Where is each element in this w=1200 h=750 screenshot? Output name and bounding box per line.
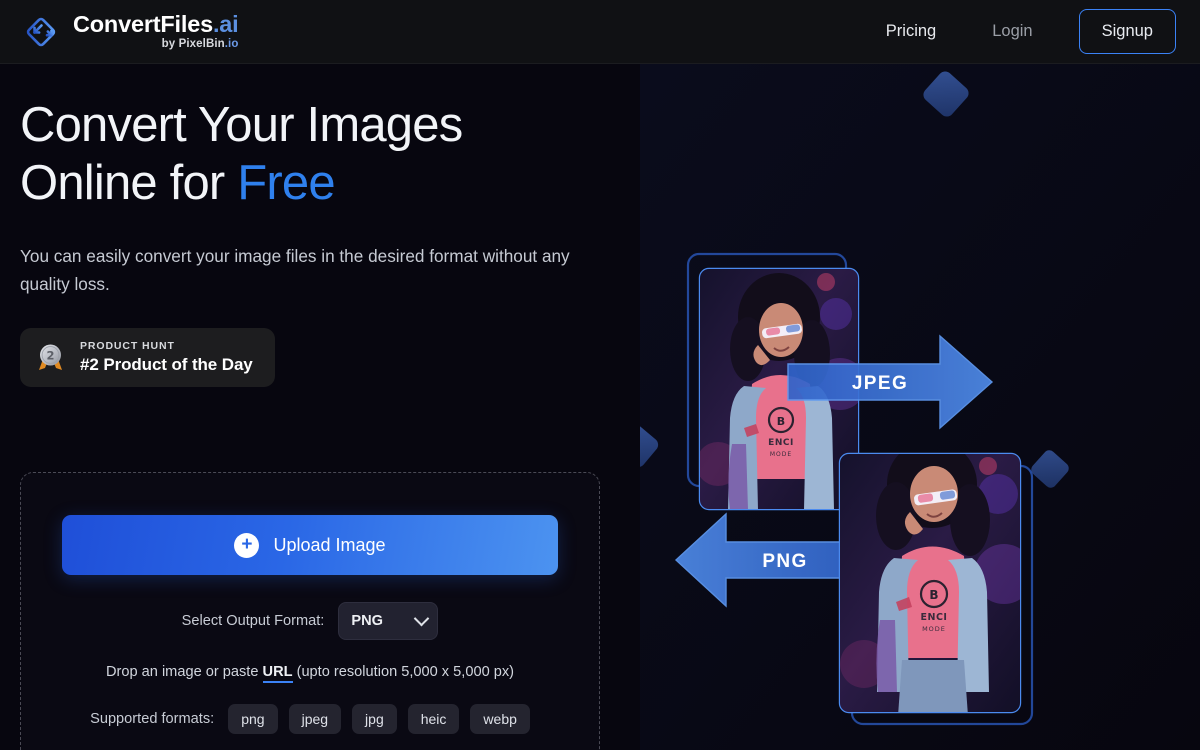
plus-icon: + [234,532,260,558]
brand-name-suffix: .ai [212,10,239,37]
signup-button[interactable]: Signup [1078,9,1176,54]
svg-text:B: B [777,415,785,428]
hero-title-line2-prefix: Online for [20,156,238,210]
product-hunt-badge[interactable]: 2 PRODUCT HUNT #2 Product of the Day [20,328,275,387]
svg-text:ENCI: ENCI [921,612,948,623]
paste-url-link[interactable]: URL [262,664,293,683]
main-nav: Pricing Login Signup [864,9,1176,54]
output-format-select[interactable]: PNG [338,602,439,640]
svg-text:B: B [929,588,938,602]
svg-text:MODE: MODE [770,451,792,458]
output-format-row: Select Output Format: PNG [182,602,439,640]
hero-section: B ENCI MODE JPEG PNG B ENCI MODE Convert… [0,64,1200,750]
format-chip-heic[interactable]: heic [407,704,460,734]
hero-illustration: B ENCI MODE JPEG PNG B ENCI MODE [615,64,1200,750]
brand-title: ConvertFiles.ai [73,10,239,37]
upload-image-button[interactable]: + Upload Image [62,515,558,575]
format-chip-webp[interactable]: webp [470,704,530,734]
drop-instruction: Drop an image or paste URL (upto resolut… [105,664,515,683]
format-chip-png[interactable]: png [228,704,278,734]
drop-prefix: Drop an image or paste [105,664,263,680]
top-navigation-bar: ConvertFiles.ai by PixelBin.io Pricing L… [0,0,1200,64]
svg-text:ENCI: ENCI [768,438,794,448]
hero-title-accent: Free [237,156,335,210]
page-title: Convert Your Images Online for Free [20,96,640,212]
upload-image-label: Upload Image [273,534,386,555]
nav-item-pricing[interactable]: Pricing [864,12,958,51]
supported-formats-label: Supported formats: [90,711,215,727]
upload-dropzone-card[interactable]: + Upload Image Select Output Format: PNG… [20,472,600,750]
arrow-left-label: PNG [762,551,807,572]
decor-square-top [923,71,969,117]
brand-by-suffix: .io [224,38,239,50]
product-hunt-kicker: PRODUCT HUNT [80,340,175,352]
brand-byline: by PixelBin.io [73,38,239,51]
medal-number: 2 [46,348,54,362]
brand-logo[interactable]: ConvertFiles.ai by PixelBin.io [22,10,239,51]
nav-item-login[interactable]: Login [958,12,1066,51]
chevron-down-icon [414,610,430,627]
arrow-right-jpeg: JPEG [787,334,994,430]
brand-name-main: ConvertFiles [73,10,213,37]
format-chip-jpeg[interactable]: jpeg [288,704,342,734]
drop-suffix: (upto resolution 5,000 x 5,000 px) [292,664,515,680]
hero-subtitle: You can easily convert your image files … [20,246,570,294]
convert-arrows-diamond-icon [22,13,60,51]
format-chip-jpg[interactable]: jpg [352,704,397,734]
hero-copy: Convert Your Images Online for Free You … [20,96,640,387]
silver-medal-icon: 2 [34,341,67,374]
output-format-value: PNG [351,613,383,629]
svg-text:MODE: MODE [922,625,946,633]
product-hunt-title: #2 Product of the Day [80,355,253,374]
brand-text: ConvertFiles.ai by PixelBin.io [73,10,239,51]
supported-formats-row: Supported formats: png jpeg jpg heic web… [90,704,530,734]
output-format-label: Select Output Format: [181,613,325,629]
hero-title-line1: Convert Your Images [20,98,463,152]
brand-by: by PixelBin [161,38,225,50]
product-hunt-texts: PRODUCT HUNT #2 Product of the Day [80,340,253,375]
arrow-left-png: PNG [674,512,873,608]
arrow-right-label: JPEG [852,373,908,394]
